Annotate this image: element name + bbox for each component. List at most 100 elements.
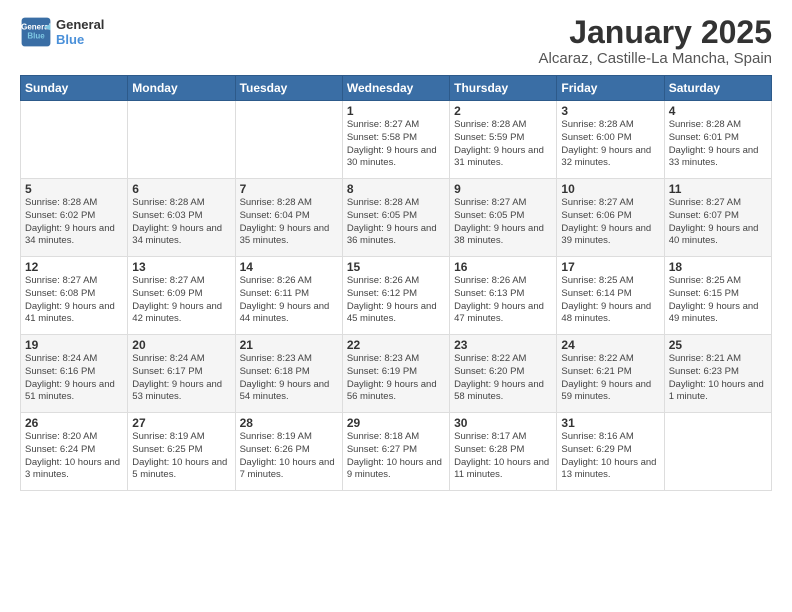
calendar-cell: 24Sunrise: 8:22 AM Sunset: 6:21 PM Dayli… <box>557 335 664 413</box>
calendar-cell: 20Sunrise: 8:24 AM Sunset: 6:17 PM Dayli… <box>128 335 235 413</box>
day-info: Sunrise: 8:24 AM Sunset: 6:16 PM Dayligh… <box>25 353 123 404</box>
day-info: Sunrise: 8:22 AM Sunset: 6:21 PM Dayligh… <box>561 353 659 404</box>
day-info: Sunrise: 8:28 AM Sunset: 5:59 PM Dayligh… <box>454 119 552 170</box>
day-number: 30 <box>454 416 552 430</box>
day-info: Sunrise: 8:28 AM Sunset: 6:03 PM Dayligh… <box>132 197 230 248</box>
svg-text:Blue: Blue <box>27 31 45 40</box>
calendar-cell: 17Sunrise: 8:25 AM Sunset: 6:14 PM Dayli… <box>557 257 664 335</box>
day-info: Sunrise: 8:27 AM Sunset: 6:09 PM Dayligh… <box>132 275 230 326</box>
day-number: 7 <box>240 182 338 196</box>
calendar-week-row: 12Sunrise: 8:27 AM Sunset: 6:08 PM Dayli… <box>21 257 772 335</box>
weekday-header: Saturday <box>664 76 771 101</box>
weekday-header: Tuesday <box>235 76 342 101</box>
day-number: 6 <box>132 182 230 196</box>
logo-icon: General Blue <box>20 16 52 48</box>
day-number: 14 <box>240 260 338 274</box>
day-info: Sunrise: 8:28 AM Sunset: 6:04 PM Dayligh… <box>240 197 338 248</box>
day-number: 26 <box>25 416 123 430</box>
calendar-week-row: 19Sunrise: 8:24 AM Sunset: 6:16 PM Dayli… <box>21 335 772 413</box>
calendar-cell: 5Sunrise: 8:28 AM Sunset: 6:02 PM Daylig… <box>21 179 128 257</box>
calendar-cell: 14Sunrise: 8:26 AM Sunset: 6:11 PM Dayli… <box>235 257 342 335</box>
day-info: Sunrise: 8:26 AM Sunset: 6:11 PM Dayligh… <box>240 275 338 326</box>
day-number: 24 <box>561 338 659 352</box>
calendar-cell: 1Sunrise: 8:27 AM Sunset: 5:58 PM Daylig… <box>342 101 449 179</box>
day-info: Sunrise: 8:28 AM Sunset: 6:05 PM Dayligh… <box>347 197 445 248</box>
day-number: 21 <box>240 338 338 352</box>
day-info: Sunrise: 8:24 AM Sunset: 6:17 PM Dayligh… <box>132 353 230 404</box>
calendar-cell: 31Sunrise: 8:16 AM Sunset: 6:29 PM Dayli… <box>557 413 664 491</box>
month-title: January 2025 <box>539 16 772 48</box>
calendar-cell: 10Sunrise: 8:27 AM Sunset: 6:06 PM Dayli… <box>557 179 664 257</box>
day-number: 18 <box>669 260 767 274</box>
logo-text: General Blue <box>56 17 104 47</box>
logo: General Blue General Blue <box>20 16 104 48</box>
day-number: 23 <box>454 338 552 352</box>
calendar-week-row: 5Sunrise: 8:28 AM Sunset: 6:02 PM Daylig… <box>21 179 772 257</box>
calendar-cell: 18Sunrise: 8:25 AM Sunset: 6:15 PM Dayli… <box>664 257 771 335</box>
day-number: 12 <box>25 260 123 274</box>
calendar-cell <box>235 101 342 179</box>
calendar-cell: 26Sunrise: 8:20 AM Sunset: 6:24 PM Dayli… <box>21 413 128 491</box>
day-number: 10 <box>561 182 659 196</box>
calendar-cell: 4Sunrise: 8:28 AM Sunset: 6:01 PM Daylig… <box>664 101 771 179</box>
calendar-cell: 3Sunrise: 8:28 AM Sunset: 6:00 PM Daylig… <box>557 101 664 179</box>
day-number: 9 <box>454 182 552 196</box>
day-info: Sunrise: 8:27 AM Sunset: 5:58 PM Dayligh… <box>347 119 445 170</box>
day-number: 19 <box>25 338 123 352</box>
header: General Blue General Blue January 2025 A… <box>20 16 772 67</box>
weekday-header: Monday <box>128 76 235 101</box>
day-number: 4 <box>669 104 767 118</box>
day-info: Sunrise: 8:21 AM Sunset: 6:23 PM Dayligh… <box>669 353 767 404</box>
calendar-cell: 9Sunrise: 8:27 AM Sunset: 6:05 PM Daylig… <box>450 179 557 257</box>
day-number: 3 <box>561 104 659 118</box>
day-info: Sunrise: 8:25 AM Sunset: 6:15 PM Dayligh… <box>669 275 767 326</box>
day-info: Sunrise: 8:19 AM Sunset: 6:26 PM Dayligh… <box>240 431 338 482</box>
day-number: 17 <box>561 260 659 274</box>
day-number: 28 <box>240 416 338 430</box>
weekday-header: Friday <box>557 76 664 101</box>
calendar-cell: 11Sunrise: 8:27 AM Sunset: 6:07 PM Dayli… <box>664 179 771 257</box>
day-info: Sunrise: 8:26 AM Sunset: 6:12 PM Dayligh… <box>347 275 445 326</box>
day-number: 25 <box>669 338 767 352</box>
day-number: 27 <box>132 416 230 430</box>
calendar-week-row: 26Sunrise: 8:20 AM Sunset: 6:24 PM Dayli… <box>21 413 772 491</box>
calendar-cell: 21Sunrise: 8:23 AM Sunset: 6:18 PM Dayli… <box>235 335 342 413</box>
day-info: Sunrise: 8:27 AM Sunset: 6:08 PM Dayligh… <box>25 275 123 326</box>
calendar-cell: 15Sunrise: 8:26 AM Sunset: 6:12 PM Dayli… <box>342 257 449 335</box>
title-area: January 2025 Alcaraz, Castille-La Mancha… <box>539 16 772 67</box>
day-number: 15 <box>347 260 445 274</box>
day-number: 5 <box>25 182 123 196</box>
day-info: Sunrise: 8:23 AM Sunset: 6:18 PM Dayligh… <box>240 353 338 404</box>
day-info: Sunrise: 8:26 AM Sunset: 6:13 PM Dayligh… <box>454 275 552 326</box>
day-info: Sunrise: 8:18 AM Sunset: 6:27 PM Dayligh… <box>347 431 445 482</box>
calendar: SundayMondayTuesdayWednesdayThursdayFrid… <box>20 75 772 491</box>
day-info: Sunrise: 8:17 AM Sunset: 6:28 PM Dayligh… <box>454 431 552 482</box>
day-number: 20 <box>132 338 230 352</box>
day-info: Sunrise: 8:22 AM Sunset: 6:20 PM Dayligh… <box>454 353 552 404</box>
calendar-cell: 29Sunrise: 8:18 AM Sunset: 6:27 PM Dayli… <box>342 413 449 491</box>
calendar-header-row: SundayMondayTuesdayWednesdayThursdayFrid… <box>21 76 772 101</box>
day-info: Sunrise: 8:27 AM Sunset: 6:05 PM Dayligh… <box>454 197 552 248</box>
calendar-cell: 6Sunrise: 8:28 AM Sunset: 6:03 PM Daylig… <box>128 179 235 257</box>
day-info: Sunrise: 8:28 AM Sunset: 6:00 PM Dayligh… <box>561 119 659 170</box>
day-info: Sunrise: 8:28 AM Sunset: 6:01 PM Dayligh… <box>669 119 767 170</box>
calendar-cell: 2Sunrise: 8:28 AM Sunset: 5:59 PM Daylig… <box>450 101 557 179</box>
day-info: Sunrise: 8:25 AM Sunset: 6:14 PM Dayligh… <box>561 275 659 326</box>
calendar-cell: 27Sunrise: 8:19 AM Sunset: 6:25 PM Dayli… <box>128 413 235 491</box>
calendar-cell: 13Sunrise: 8:27 AM Sunset: 6:09 PM Dayli… <box>128 257 235 335</box>
day-number: 22 <box>347 338 445 352</box>
calendar-cell: 19Sunrise: 8:24 AM Sunset: 6:16 PM Dayli… <box>21 335 128 413</box>
day-number: 16 <box>454 260 552 274</box>
day-number: 29 <box>347 416 445 430</box>
day-number: 2 <box>454 104 552 118</box>
calendar-cell: 22Sunrise: 8:23 AM Sunset: 6:19 PM Dayli… <box>342 335 449 413</box>
calendar-cell: 23Sunrise: 8:22 AM Sunset: 6:20 PM Dayli… <box>450 335 557 413</box>
location-title: Alcaraz, Castille-La Mancha, Spain <box>539 50 772 67</box>
weekday-header: Thursday <box>450 76 557 101</box>
day-number: 1 <box>347 104 445 118</box>
day-info: Sunrise: 8:16 AM Sunset: 6:29 PM Dayligh… <box>561 431 659 482</box>
day-number: 8 <box>347 182 445 196</box>
calendar-cell: 28Sunrise: 8:19 AM Sunset: 6:26 PM Dayli… <box>235 413 342 491</box>
calendar-week-row: 1Sunrise: 8:27 AM Sunset: 5:58 PM Daylig… <box>21 101 772 179</box>
day-info: Sunrise: 8:27 AM Sunset: 6:06 PM Dayligh… <box>561 197 659 248</box>
